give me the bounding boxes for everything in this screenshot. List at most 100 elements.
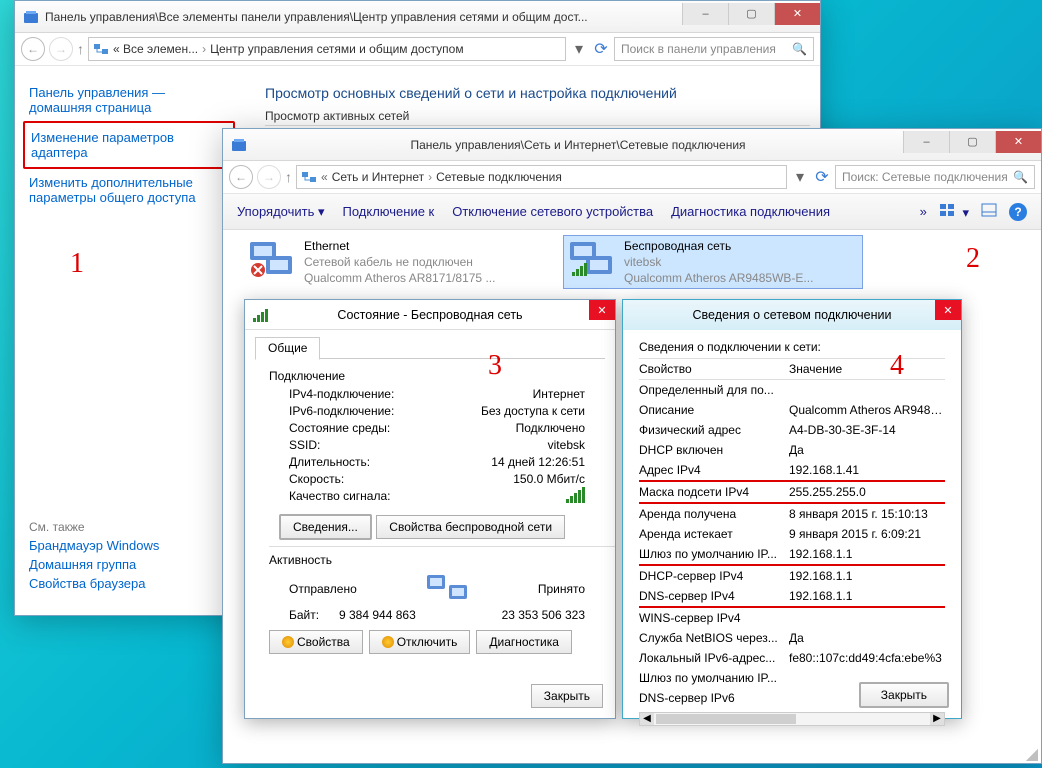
more-button[interactable]: » [920,204,927,219]
nav-back-button[interactable]: ← [21,37,45,61]
bytes-received: 23 353 506 323 [462,608,585,622]
diagnose-button[interactable]: Диагностика подключения [671,204,830,219]
col-value: Значение [789,362,945,376]
help-button[interactable]: ? [1009,203,1027,221]
titlebar[interactable]: Панель управления\Сеть и Интернет\Сетевы… [223,129,1041,161]
signal-icon [253,308,268,322]
dialog-titlebar[interactable]: Состояние - Беспроводная сеть ✕ [245,300,615,330]
view-options-button[interactable]: ▾ [939,203,969,221]
table-row: Аренда истекает9 января 2015 г. 6:09:21 [639,524,945,544]
firewall-link[interactable]: Брандмауэр Windows [29,538,229,553]
dropdown-button[interactable]: ▾ [791,167,809,187]
disable-button[interactable]: Отключить [369,630,471,654]
close-button[interactable]: ✕ [995,131,1041,153]
refresh-button[interactable]: ⟳ [813,167,831,187]
homegroup-link[interactable]: Домашняя группа [29,557,229,572]
diagnose-button[interactable]: Диагностика [476,630,572,654]
search-input[interactable]: Поиск в панели управления 🔍 [614,37,814,61]
table-row: Шлюз по умолчанию IP...192.168.1.1 [639,544,945,566]
value-cell: 255.255.255.0 [789,485,945,499]
property-cell: Локальный IPv6-адрес... [639,651,789,665]
received-label: Принято [538,582,585,596]
details-button[interactable]: Сведения... [279,514,372,540]
details-pane-button[interactable] [981,203,997,220]
breadcrumb[interactable]: « Сеть и Интернет › Сетевые подключения [296,165,787,189]
sidebar-adapter-settings-link[interactable]: Изменение параметров адаптера [31,130,227,160]
resize-grip[interactable]: ◢ [1026,744,1038,764]
table-row: DNS-сервер IPv4192.168.1.1 [639,586,945,608]
table-row: WINS-сервер IPv4 [639,608,945,628]
nav-back-button[interactable]: ← [229,165,253,189]
annotation-3: 3 [488,352,502,380]
nav-forward-button[interactable]: → [257,165,281,189]
close-button[interactable]: ✕ [589,300,615,320]
property-cell: Шлюз по умолчанию IP... [639,547,789,561]
property-cell: Служба NetBIOS через... [639,631,789,645]
connection-details-dialog: Сведения о сетевом подключении ✕ Сведени… [622,299,962,719]
annotation-4: 4 [890,352,904,380]
connect-to-button[interactable]: Подключение к [343,204,435,219]
maximize-button[interactable]: ▢ [949,131,995,153]
close-button[interactable]: ✕ [935,300,961,320]
breadcrumb-current[interactable]: Центр управления сетями и общим доступом [210,42,464,56]
sidebar-home-link[interactable]: Панель управления — домашняя страница [29,85,229,115]
maximize-button[interactable]: ▢ [728,3,774,25]
property-cell: DHCP-сервер IPv4 [639,569,789,583]
close-button[interactable]: ✕ [774,3,820,25]
organize-button[interactable]: Упорядочить ▾ [237,204,325,220]
shield-icon [382,636,394,648]
table-row: Определенный для по... [639,380,945,400]
annotation-2: 2 [966,245,980,273]
adapter-ethernet[interactable]: Ethernet Сетевой кабель не подключен Qua… [243,235,543,289]
minimize-button[interactable]: – [682,3,728,25]
breadcrumb-item[interactable]: Сеть и Интернет [332,170,424,184]
navigation-bar: ← → ↑ « Все элемен... › Центр управления… [15,33,820,66]
property-cell: Описание [639,403,789,417]
property-cell: DNS-сервер IPv4 [639,589,789,603]
nav-up-button[interactable]: ↑ [77,41,84,57]
value-cell: Да [789,443,945,457]
horizontal-scrollbar[interactable]: ◀ ▶ [639,712,945,726]
nav-up-button[interactable]: ↑ [285,169,292,185]
chevron-right-icon: › [202,42,206,56]
dialog-titlebar[interactable]: Сведения о сетевом подключении ✕ [623,300,961,330]
window-title: Панель управления\Сеть и Интернет\Сетевы… [253,138,903,152]
adapter-name: Ethernet [304,238,495,254]
properties-button[interactable]: Свойства [269,630,363,654]
adapters-list: Ethernet Сетевой кабель не подключен Qua… [243,235,863,289]
ethernet-icon [248,238,296,278]
titlebar[interactable]: Панель управления\Все элементы панели уп… [15,1,820,33]
breadcrumb-prefix[interactable]: « Все элемен... [113,42,198,56]
close-dialog-button[interactable]: Закрыть [531,684,603,708]
sidebar-sharing-settings-link[interactable]: Изменить дополнительные параметры общего… [29,175,229,205]
dropdown-button[interactable]: ▾ [570,39,588,59]
search-input[interactable]: Поиск: Сетевые подключения 🔍 [835,165,1035,189]
disable-device-button[interactable]: Отключение сетевого устройства [452,204,653,219]
nav-forward-button[interactable]: → [49,37,73,61]
wireless-status-dialog: Состояние - Беспроводная сеть ✕ Общие По… [244,299,616,719]
breadcrumb[interactable]: « Все элемен... › Центр управления сетям… [88,37,566,61]
signal-bars [566,489,585,503]
breadcrumb-item[interactable]: Сетевые подключения [436,170,562,184]
table-row: Аренда получена8 января 2015 г. 15:10:13 [639,504,945,524]
property-cell: WINS-сервер IPv4 [639,611,789,625]
annotation-1: 1 [70,250,84,278]
adapter-status: Сетевой кабель не подключен [304,254,495,270]
bytes-sent: 9 384 944 863 [339,608,462,622]
value-cell: fe80::107c:dd49:4cfa:ebe%3 [789,651,945,665]
property-cell: Определенный для по... [639,383,789,397]
tab-general[interactable]: Общие [255,337,320,360]
property-cell: Шлюз по умолчанию IP... [639,671,789,685]
browser-properties-link[interactable]: Свойства браузера [29,576,229,591]
value-cell: 192.168.1.1 [789,547,945,561]
close-dialog-button[interactable]: Закрыть [859,682,949,708]
wireless-properties-button[interactable]: Свойства беспроводной сети [376,515,565,539]
adapter-wireless[interactable]: Беспроводная сеть vitebsk Qualcomm Ather… [563,235,863,289]
property-cell: Аренда получена [639,507,789,521]
chevron-right-icon: › [428,170,432,184]
value-cell: 9 января 2015 г. 6:09:21 [789,527,945,541]
refresh-button[interactable]: ⟳ [592,39,610,59]
property-cell: Аренда истекает [639,527,789,541]
details-table: Свойство Значение Определенный для по...… [639,358,945,708]
minimize-button[interactable]: – [903,131,949,153]
